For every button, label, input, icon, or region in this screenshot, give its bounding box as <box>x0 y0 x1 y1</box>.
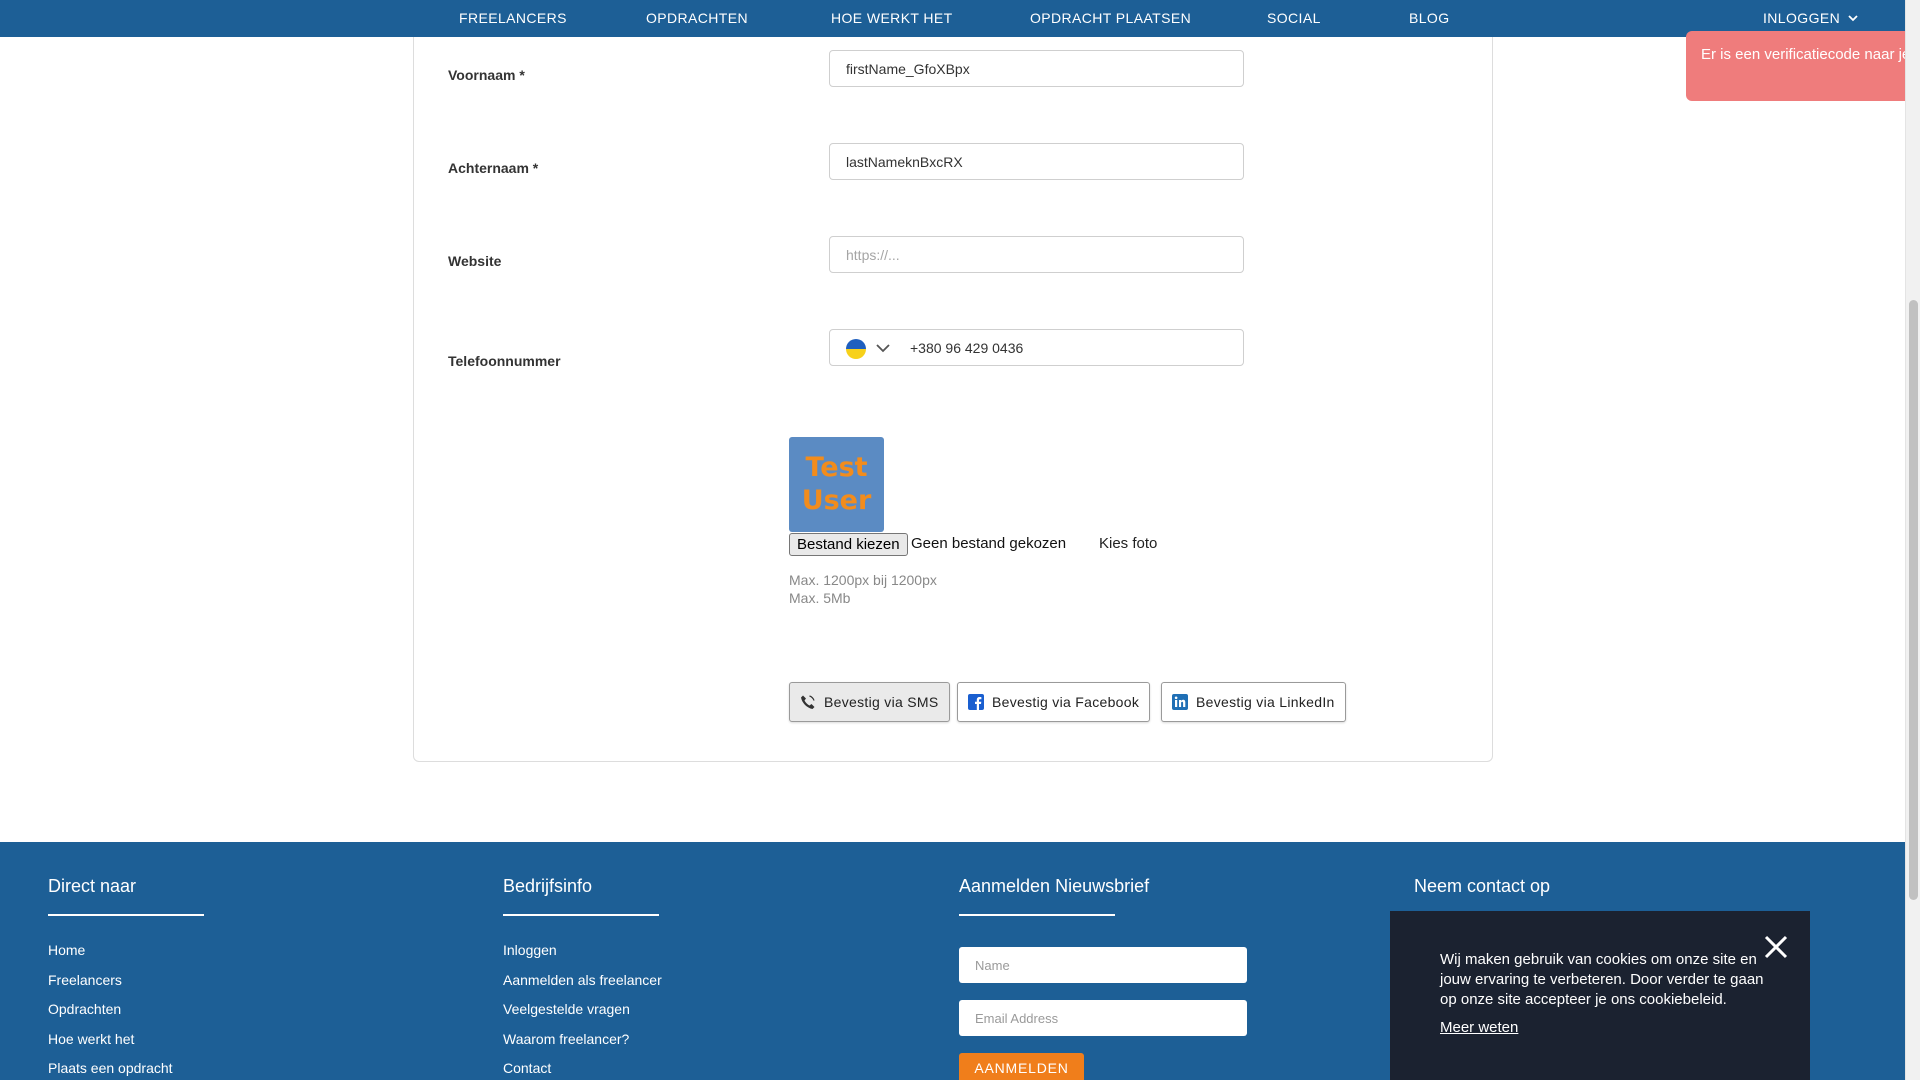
phone-icon <box>801 695 815 709</box>
verify-facebook-button[interactable]: Bevestig via Facebook <box>957 682 1151 722</box>
footer-title-newsletter: Aanmelden Nieuwsbrief <box>959 876 1150 896</box>
cookie-more-link[interactable]: Meer weten <box>1440 1019 1518 1036</box>
toast-message: Er is een verificatiecode naar je verzon… <box>1701 46 1920 63</box>
newsletter-submit-button[interactable]: AANMELDEN <box>959 1053 1084 1080</box>
verify-sms-label: Bevestig via SMS <box>824 694 939 710</box>
cookie-text: Wij maken gebruik van cookies om onze si… <box>1440 951 1764 1008</box>
newsletter-name-input[interactable] <box>959 947 1247 983</box>
newsletter-email-input[interactable] <box>959 1000 1247 1036</box>
last-name-input[interactable] <box>829 143 1244 180</box>
footer-link-faq[interactable]: Veelgestelde vragen <box>503 1001 630 1017</box>
size-hint: Max. 1200px bij 1200px <box>789 572 937 588</box>
footer-title-bedrijfsinfo: Bedrijfsinfo <box>503 876 593 896</box>
weight-hint: Max. 5Mb <box>789 590 851 606</box>
verify-linkedin-label: Bevestig via LinkedIn <box>1196 694 1335 710</box>
verify-facebook-label: Bevestig via Facebook <box>992 694 1140 710</box>
nav-hoe-werkt-het[interactable]: HOE WERKT HET <box>831 0 953 37</box>
phone-label: Telefoonnummer <box>448 353 561 369</box>
footer-link-hoe-werkt-het[interactable]: Hoe werkt het <box>48 1031 134 1047</box>
footer-link-freelancers[interactable]: Freelancers <box>48 972 122 988</box>
verify-sms-button[interactable]: Bevestig via SMS <box>789 682 950 722</box>
chevron-down-icon <box>1848 15 1859 22</box>
verification-toast: Er is een verificatiecode naar je verzon… <box>1686 31 1920 101</box>
footer-divider <box>503 914 659 916</box>
phone-input[interactable] <box>910 330 1230 365</box>
avatar-preview: Test User <box>789 437 884 532</box>
footer-title-direct: Direct naar <box>48 876 137 896</box>
phone-field <box>829 329 1244 366</box>
website-label: Website <box>448 253 502 269</box>
file-status-text: Geen bestand gekozen <box>911 535 1067 552</box>
footer-link-aanmelden-freelancer[interactable]: Aanmelden als freelancer <box>503 972 662 988</box>
footer-link-opdrachten[interactable]: Opdrachten <box>48 1001 121 1017</box>
footer-link-plaats-opdracht[interactable]: Plaats een opdracht <box>48 1060 173 1076</box>
last-name-label: Achternaam * <box>448 160 539 176</box>
facebook-icon <box>968 693 984 710</box>
footer-divider <box>959 914 1115 916</box>
first-name-label: Voornaam * <box>448 67 525 83</box>
linkedin-icon <box>1172 693 1188 710</box>
nav-login-label: INLOGGEN <box>1763 10 1841 26</box>
footer-link-contact[interactable]: Contact <box>503 1060 551 1076</box>
nav-opdracht-plaatsen[interactable]: OPDRACHT PLAATSEN <box>1030 0 1191 37</box>
verify-linkedin-button[interactable]: Bevestig via LinkedIn <box>1161 682 1346 722</box>
chevron-down-icon[interactable] <box>876 343 890 353</box>
footer-divider <box>48 914 204 916</box>
website-input[interactable] <box>829 236 1244 273</box>
choose-file-button[interactable]: Bestand kiezen <box>789 533 908 556</box>
top-navigation: FREELANCERS OPDRACHTEN HOE WERKT HET OPD… <box>0 0 1905 37</box>
nav-social[interactable]: SOCIAL <box>1267 0 1321 37</box>
profile-form-card <box>413 0 1493 762</box>
footer-title-contact: Neem contact op <box>1414 876 1551 896</box>
nav-freelancers[interactable]: FREELANCERS <box>459 0 567 37</box>
page-scrollbar[interactable] <box>1905 0 1920 1080</box>
cookie-banner: Wij maken gebruik van cookies om onze si… <box>1390 911 1810 1080</box>
nav-opdrachten[interactable]: OPDRACHTEN <box>646 0 748 37</box>
footer-link-home[interactable]: Home <box>48 942 85 958</box>
choose-photo-label: Kies foto <box>1099 535 1158 552</box>
nav-blog[interactable]: BLOG <box>1409 0 1450 37</box>
footer-link-inloggen[interactable]: Inloggen <box>503 942 557 958</box>
scrollbar-thumb[interactable] <box>1909 300 1918 900</box>
footer-link-waarom-freelancer[interactable]: Waarom freelancer? <box>503 1031 629 1047</box>
first-name-input[interactable] <box>829 50 1244 87</box>
ukraine-flag-icon[interactable] <box>846 339 866 359</box>
